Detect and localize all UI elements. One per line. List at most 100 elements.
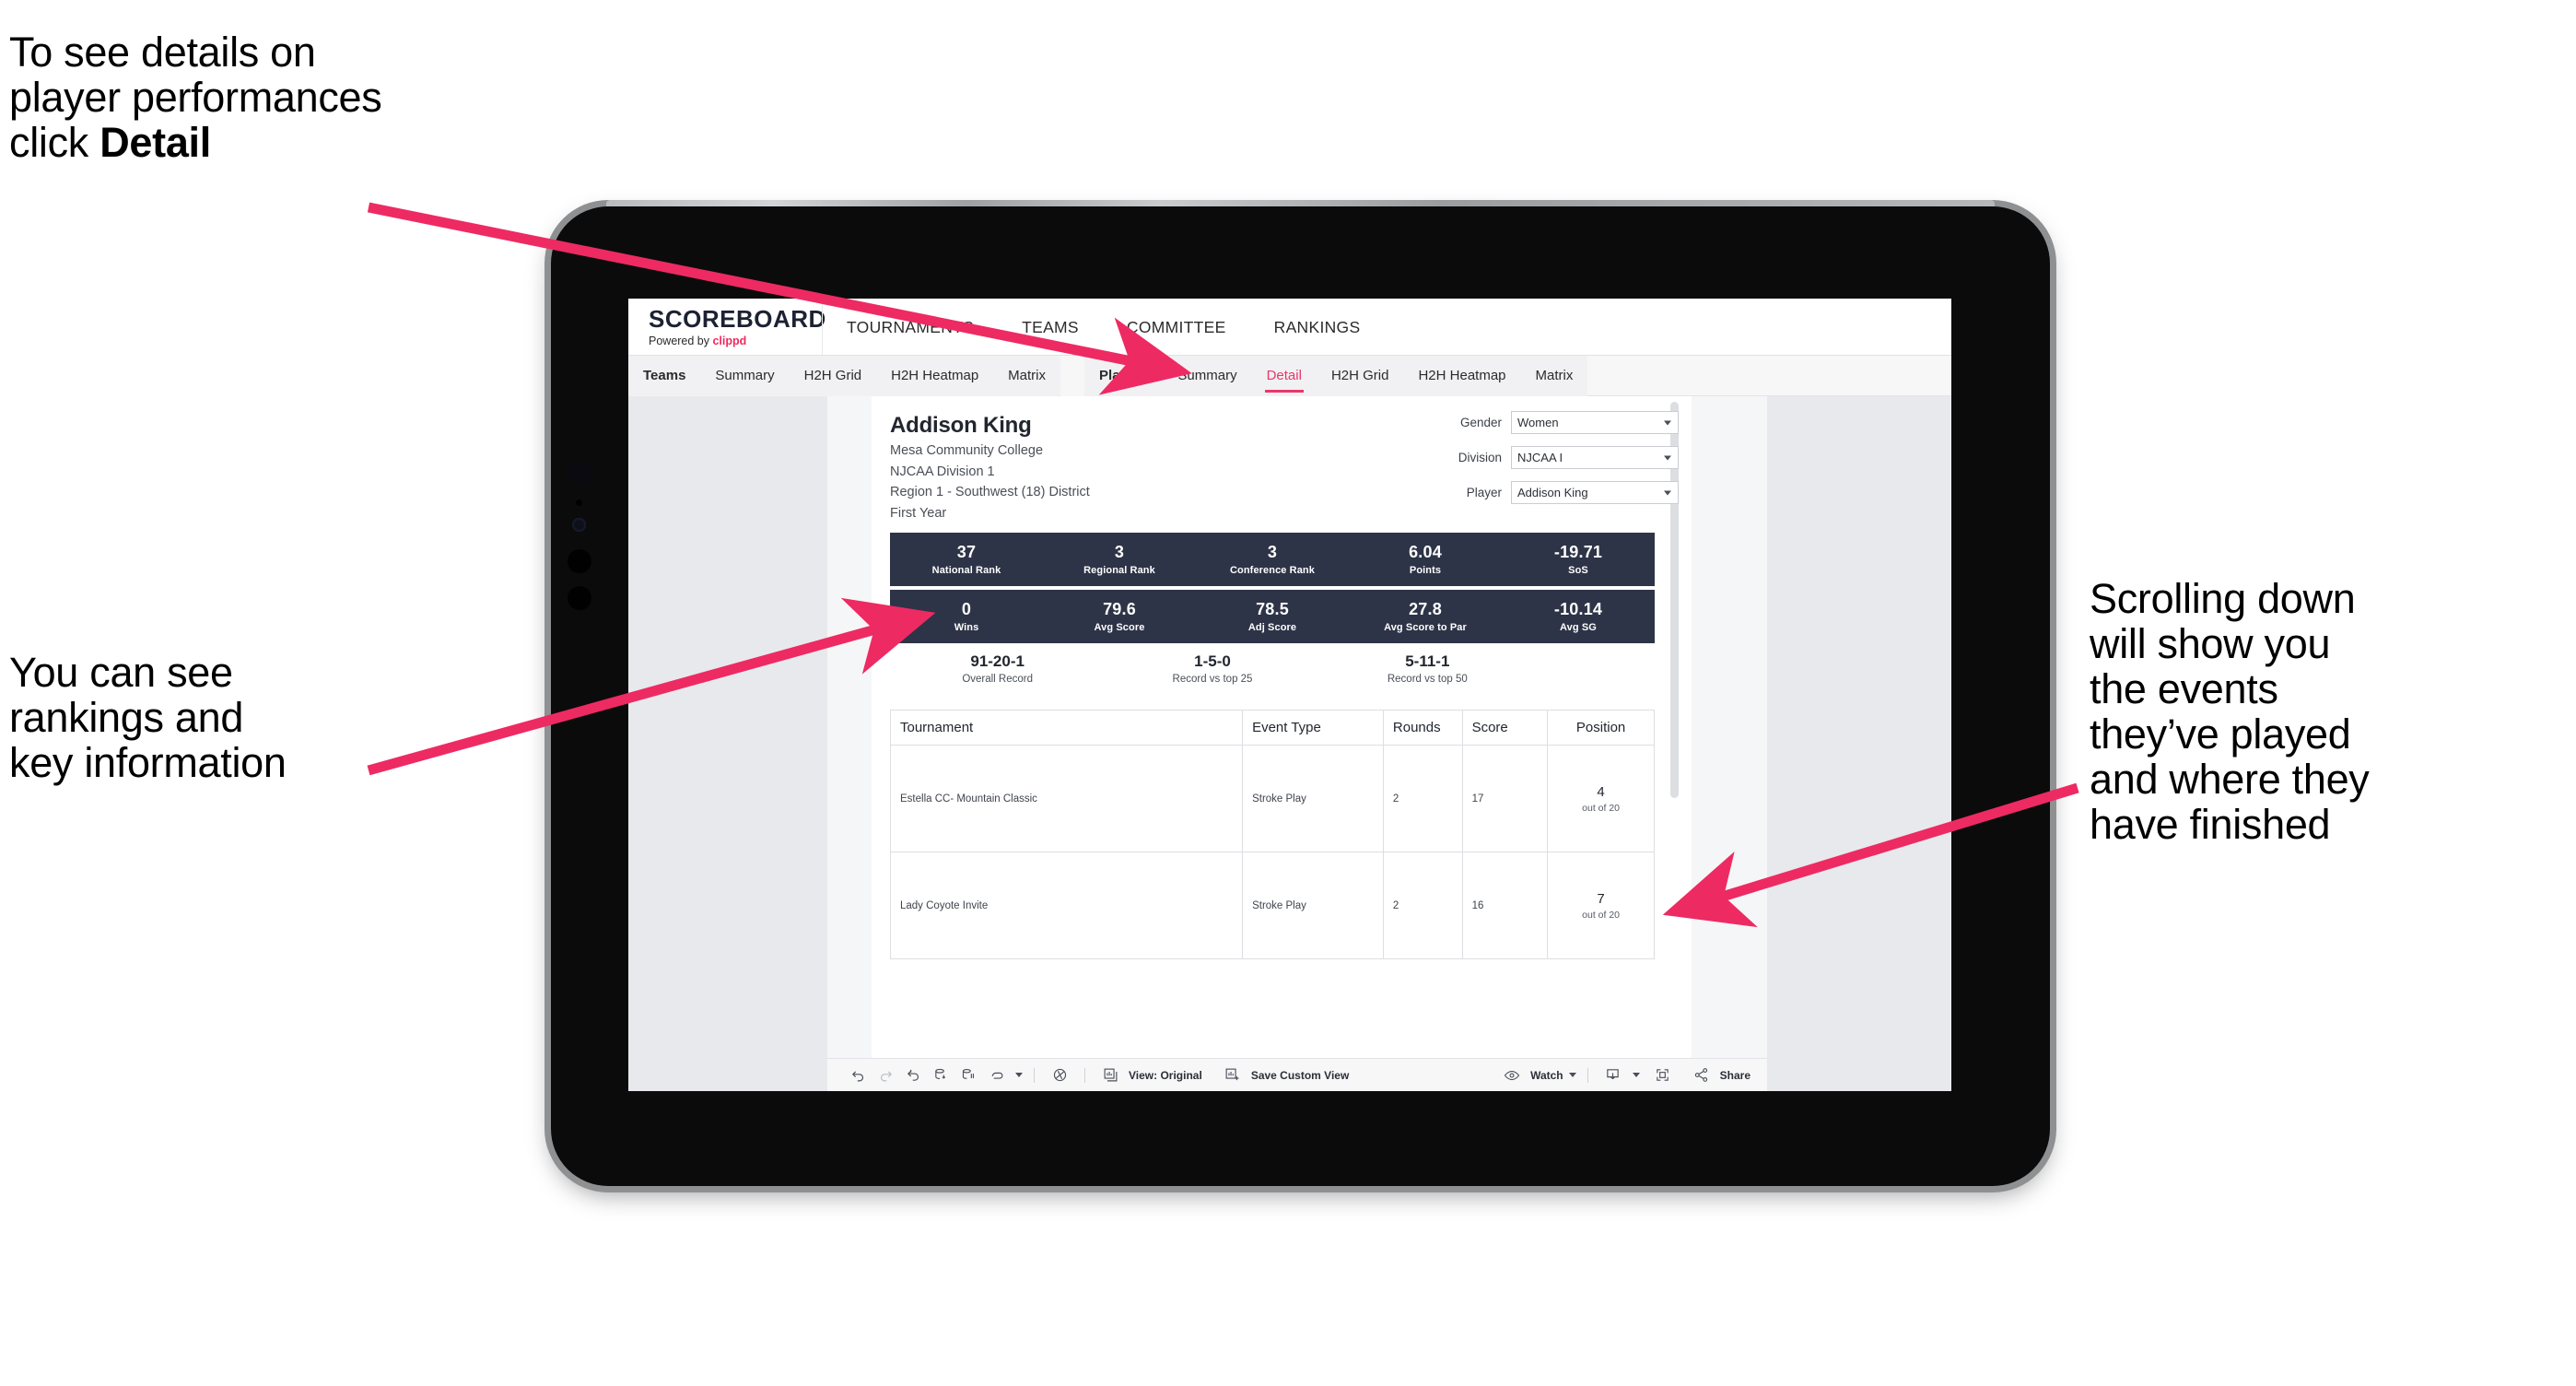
cell-position: 4 out of 20 <box>1547 745 1655 852</box>
table-row[interactable]: Lady Coyote Invite Stroke Play 2 16 7 ou… <box>890 852 1655 959</box>
subtab-teams-h2h-grid[interactable]: H2H Grid <box>790 356 877 396</box>
nav-item-committee[interactable]: COMMITTEE <box>1103 299 1250 356</box>
stat-label: Points <box>1409 564 1442 576</box>
pause-auto-update-control[interactable] <box>982 1062 1023 1089</box>
stat-avg-sg: -10.14 Avg SG <box>1502 600 1655 632</box>
subbar-gap <box>1060 355 1085 396</box>
filter-row-player: Player Addison King <box>1411 481 1679 504</box>
save-custom-view-icon <box>1219 1062 1247 1089</box>
subtab-players-matrix[interactable]: Matrix <box>1521 356 1588 396</box>
annotation-scroll-note: Scrolling down will show you the events … <box>2090 575 2370 849</box>
watch-label: Watch <box>1530 1068 1563 1082</box>
column-rounds[interactable]: Rounds <box>1383 710 1463 746</box>
sub-navigation-bar: Teams Summary H2H Grid H2H Heatmap Matri… <box>628 355 1951 396</box>
record-value: 5-11-1 <box>1405 652 1450 670</box>
record-value: 91-20-1 <box>970 652 1025 670</box>
stat-value: 78.5 <box>1256 600 1289 619</box>
column-event-type[interactable]: Event Type <box>1242 710 1384 746</box>
stat-avg-score: 79.6 Avg Score <box>1043 600 1196 632</box>
redo-icon[interactable] <box>872 1062 899 1089</box>
stat-value: -10.14 <box>1553 600 1603 619</box>
player-select[interactable]: Addison King <box>1511 481 1679 504</box>
subtab-teams-h2h-heatmap[interactable]: H2H Heatmap <box>876 356 993 396</box>
stat-value: -19.71 <box>1553 543 1603 562</box>
chevron-down-icon <box>1664 455 1671 460</box>
cell-position: 7 out of 20 <box>1547 852 1655 959</box>
stat-value: 27.8 <box>1409 600 1442 619</box>
view-original-button[interactable]: View: Original <box>1096 1062 1202 1089</box>
table-header-row: Tournament Event Type Rounds Score Posit… <box>890 710 1655 746</box>
refresh-data-icon[interactable] <box>927 1062 954 1089</box>
events-table: Tournament Event Type Rounds Score Posit… <box>890 710 1655 959</box>
nav-item-rankings[interactable]: RANKINGS <box>1250 299 1385 356</box>
stat-conference-rank: 3 Conference Rank <box>1196 543 1349 575</box>
filter-label-gender: Gender <box>1459 416 1502 429</box>
app-body: Addison King Mesa Community College NJCA… <box>628 396 1951 1091</box>
brand-logo[interactable]: SCOREBOARD Powered by clippd <box>628 307 825 347</box>
chevron-down-icon[interactable] <box>1568 1073 1576 1077</box>
share-label: Share <box>1719 1068 1751 1082</box>
cell-score: 17 <box>1462 745 1549 852</box>
position-sub: out of 20 <box>1582 802 1621 814</box>
cell-event-type: Stroke Play <box>1242 745 1384 852</box>
revert-icon[interactable] <box>899 1062 927 1089</box>
stat-value: 0 <box>961 600 972 619</box>
column-score[interactable]: Score <box>1462 710 1549 746</box>
subtab-players[interactable]: Players <box>1084 356 1163 396</box>
subtab-teams-matrix[interactable]: Matrix <box>993 356 1060 396</box>
stat-sos: -19.71 SoS <box>1502 543 1655 575</box>
player-value: Addison King <box>1517 486 1588 499</box>
stat-label: SoS <box>1568 564 1588 576</box>
download-icon <box>1599 1062 1627 1089</box>
cell-rounds: 2 <box>1383 745 1463 852</box>
subtab-teams-summary[interactable]: Summary <box>700 356 789 396</box>
front-camera-icon <box>568 461 591 485</box>
fullscreen-icon[interactable] <box>1649 1062 1677 1089</box>
subtab-players-h2h-grid[interactable]: H2H Grid <box>1317 356 1404 396</box>
cell-rounds: 2 <box>1383 852 1463 959</box>
slide-canvas: To see details on player performances cl… <box>0 0 2576 1386</box>
stat-label: Avg Score <box>1094 621 1145 633</box>
stat-adj-score: 78.5 Adj Score <box>1196 600 1349 632</box>
record-value: 1-5-0 <box>1194 652 1231 670</box>
chevron-down-icon[interactable] <box>1015 1073 1023 1077</box>
toolbar-divider <box>1034 1067 1035 1083</box>
save-custom-view-button[interactable]: Save Custom View <box>1219 1062 1350 1089</box>
device-preview-icon[interactable] <box>1046 1062 1073 1089</box>
toolbar-divider <box>1084 1067 1085 1083</box>
stat-value: 6.04 <box>1409 543 1442 562</box>
gender-select[interactable]: Women <box>1511 411 1679 434</box>
subtab-players-summary[interactable]: Summary <box>1163 356 1251 396</box>
subtab-players-h2h-heatmap[interactable]: H2H Heatmap <box>1403 356 1520 396</box>
subtab-players-detail[interactable]: Detail <box>1252 356 1317 396</box>
pause-loop-icon[interactable] <box>982 1062 1010 1089</box>
position-sub: out of 20 <box>1582 909 1621 921</box>
powered-prefix: Powered by <box>649 334 713 347</box>
table-row[interactable]: Estella CC- Mountain Classic Stroke Play… <box>890 745 1655 852</box>
nav-item-tournaments[interactable]: TOURNAMENTS <box>823 299 998 356</box>
division-select[interactable]: NJCAA I <box>1511 446 1679 469</box>
download-button[interactable] <box>1599 1062 1640 1089</box>
subtab-teams[interactable]: Teams <box>628 356 700 396</box>
teams-tab-group: Teams Summary H2H Grid H2H Heatmap Matri… <box>628 355 1061 396</box>
pause-data-icon[interactable] <box>954 1062 982 1089</box>
record-vs-top-50: 5-11-1 Record vs top 50 <box>1320 652 1535 685</box>
content-panel: Addison King Mesa Community College NJCA… <box>872 396 1692 1091</box>
toolbar-divider <box>1587 1067 1588 1083</box>
nav-item-teams[interactable]: TEAMS <box>998 299 1103 356</box>
bottom-toolbar: View: Original Save Custom View Watch Sh… <box>827 1058 1767 1091</box>
top-navigation-bar: SCOREBOARD Powered by clippd TOURNAMENTS… <box>628 299 1951 356</box>
record-label: Record vs top 25 <box>1172 674 1253 685</box>
share-button[interactable]: Share <box>1688 1062 1751 1089</box>
column-position[interactable]: Position <box>1547 710 1655 746</box>
save-custom-view-label: Save Custom View <box>1250 1068 1350 1082</box>
stat-label: Regional Rank <box>1083 564 1155 576</box>
column-tournament[interactable]: Tournament <box>890 710 1244 746</box>
stat-label: Avg Score to Par <box>1384 621 1467 633</box>
chevron-down-icon[interactable] <box>1632 1073 1640 1077</box>
undo-icon[interactable] <box>844 1062 872 1089</box>
cell-score: 16 <box>1462 852 1549 959</box>
cell-tournament: Lady Coyote Invite <box>890 852 1244 959</box>
stat-label: Conference Rank <box>1230 564 1315 576</box>
watch-button[interactable]: Watch <box>1498 1062 1576 1089</box>
